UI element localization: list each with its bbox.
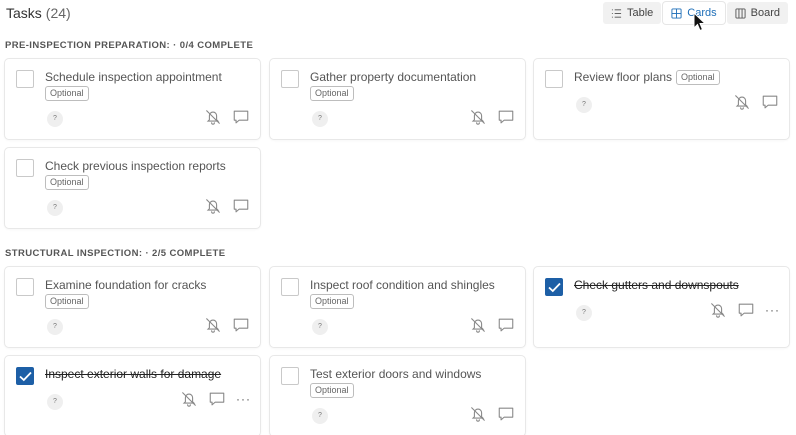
task-checkbox[interactable]: [545, 70, 563, 88]
task-checkbox[interactable]: [16, 367, 34, 385]
comment-icon[interactable]: [737, 301, 755, 319]
task-title: Gather property documentation: [310, 70, 477, 84]
task-title: Check previous inspection reports: [45, 159, 226, 173]
bell-off-icon[interactable]: [204, 316, 222, 334]
section-header-structural-inspection: STRUCTURAL INSPECTION: · 2/5 COMPLETE: [5, 248, 225, 259]
section-title: STRUCTURAL INSPECTION:: [5, 248, 143, 259]
task-card[interactable]: Inspect exterior walls for damage ? ···: [4, 355, 261, 435]
optional-badge: Optional: [45, 86, 89, 101]
comment-icon[interactable]: [232, 316, 250, 334]
task-card[interactable]: Check previous inspection reports Option…: [4, 147, 261, 229]
section-progress: · 0/4 COMPLETE: [173, 40, 254, 51]
tasks-header: Tasks (24) Table Cards Board: [6, 0, 796, 28]
bell-off-icon[interactable]: [204, 197, 222, 215]
task-title: Check gutters and downspouts: [574, 278, 739, 292]
comment-icon[interactable]: [497, 316, 515, 334]
assignee-avatar[interactable]: ?: [47, 319, 63, 335]
view-board-label: Board: [750, 7, 780, 19]
view-board-button[interactable]: Board: [726, 2, 788, 24]
optional-badge: Optional: [310, 294, 354, 309]
optional-badge: Optional: [310, 383, 354, 398]
task-card[interactable]: Schedule inspection appointment Optional…: [4, 58, 261, 140]
task-card[interactable]: Review floor plans Optional ?: [533, 58, 790, 140]
assignee-avatar[interactable]: ?: [47, 200, 63, 216]
checkmark-icon: [19, 371, 32, 382]
section-progress: · 2/5 COMPLETE: [145, 248, 226, 259]
task-card[interactable]: Check gutters and downspouts ? ···: [533, 266, 790, 348]
view-table-label: Table: [627, 7, 654, 19]
page-title: Tasks (24): [6, 5, 71, 21]
task-title: Inspect exterior walls for damage: [45, 367, 222, 381]
task-checkbox[interactable]: [16, 70, 34, 88]
comment-icon[interactable]: [232, 197, 250, 215]
page-title-label: Tasks: [6, 5, 42, 21]
checkmark-icon: [548, 282, 561, 293]
task-count: (24): [45, 5, 71, 21]
task-card[interactable]: Gather property documentation Optional ?: [269, 58, 526, 140]
bell-off-icon[interactable]: [469, 405, 487, 423]
task-card[interactable]: Inspect roof condition and shingles Opti…: [269, 266, 526, 348]
task-title: Schedule inspection appointment: [45, 70, 222, 84]
task-checkbox[interactable]: [16, 278, 34, 296]
optional-badge: Optional: [45, 175, 89, 190]
bell-off-icon[interactable]: [469, 316, 487, 334]
task-checkbox[interactable]: [281, 70, 299, 88]
assignee-avatar[interactable]: ?: [312, 408, 328, 424]
columns-icon: [735, 7, 746, 19]
bell-off-icon[interactable]: [469, 108, 487, 126]
comment-icon[interactable]: [232, 108, 250, 126]
section-header-pre-inspection: PRE-INSPECTION PREPARATION: · 0/4 COMPLE…: [5, 40, 253, 51]
bell-off-icon[interactable]: [733, 93, 751, 111]
task-title: Test exterior doors and windows: [310, 367, 482, 381]
task-checkbox[interactable]: [281, 278, 299, 296]
task-card[interactable]: Test exterior doors and windows Optional…: [269, 355, 526, 435]
assignee-avatar[interactable]: ?: [312, 111, 328, 127]
assignee-avatar[interactable]: ?: [47, 394, 63, 410]
grid-icon: [671, 7, 682, 19]
comment-icon[interactable]: [497, 108, 515, 126]
more-options-icon[interactable]: ···: [765, 303, 779, 317]
assignee-avatar[interactable]: ?: [576, 97, 592, 113]
task-title: Examine foundation for cracks: [45, 278, 207, 292]
assignee-avatar[interactable]: ?: [47, 111, 63, 127]
assignee-avatar[interactable]: ?: [576, 305, 592, 321]
list-icon: [611, 8, 622, 18]
comment-icon[interactable]: [761, 93, 779, 111]
task-title-text: Review floor plans: [574, 70, 673, 84]
optional-badge: Optional: [45, 294, 89, 309]
bell-off-icon[interactable]: [204, 108, 222, 126]
mouse-cursor-icon: [693, 12, 707, 32]
bell-off-icon[interactable]: [709, 301, 727, 319]
task-checkbox[interactable]: [281, 367, 299, 385]
task-checkbox[interactable]: [16, 159, 34, 177]
task-title: Inspect roof condition and shingles: [310, 278, 495, 292]
more-options-icon[interactable]: ···: [236, 392, 250, 406]
optional-badge: Optional: [310, 86, 354, 101]
task-card[interactable]: Examine foundation for cracks Optional ?: [4, 266, 261, 348]
comment-icon[interactable]: [497, 405, 515, 423]
bell-off-icon[interactable]: [180, 390, 198, 408]
comment-icon[interactable]: [208, 390, 226, 408]
view-table-button[interactable]: Table: [603, 2, 662, 24]
optional-badge: Optional: [676, 70, 720, 85]
task-title: Review floor plans Optional: [574, 70, 720, 85]
assignee-avatar[interactable]: ?: [312, 319, 328, 335]
section-title: PRE-INSPECTION PREPARATION:: [5, 40, 171, 51]
task-checkbox[interactable]: [545, 278, 563, 296]
